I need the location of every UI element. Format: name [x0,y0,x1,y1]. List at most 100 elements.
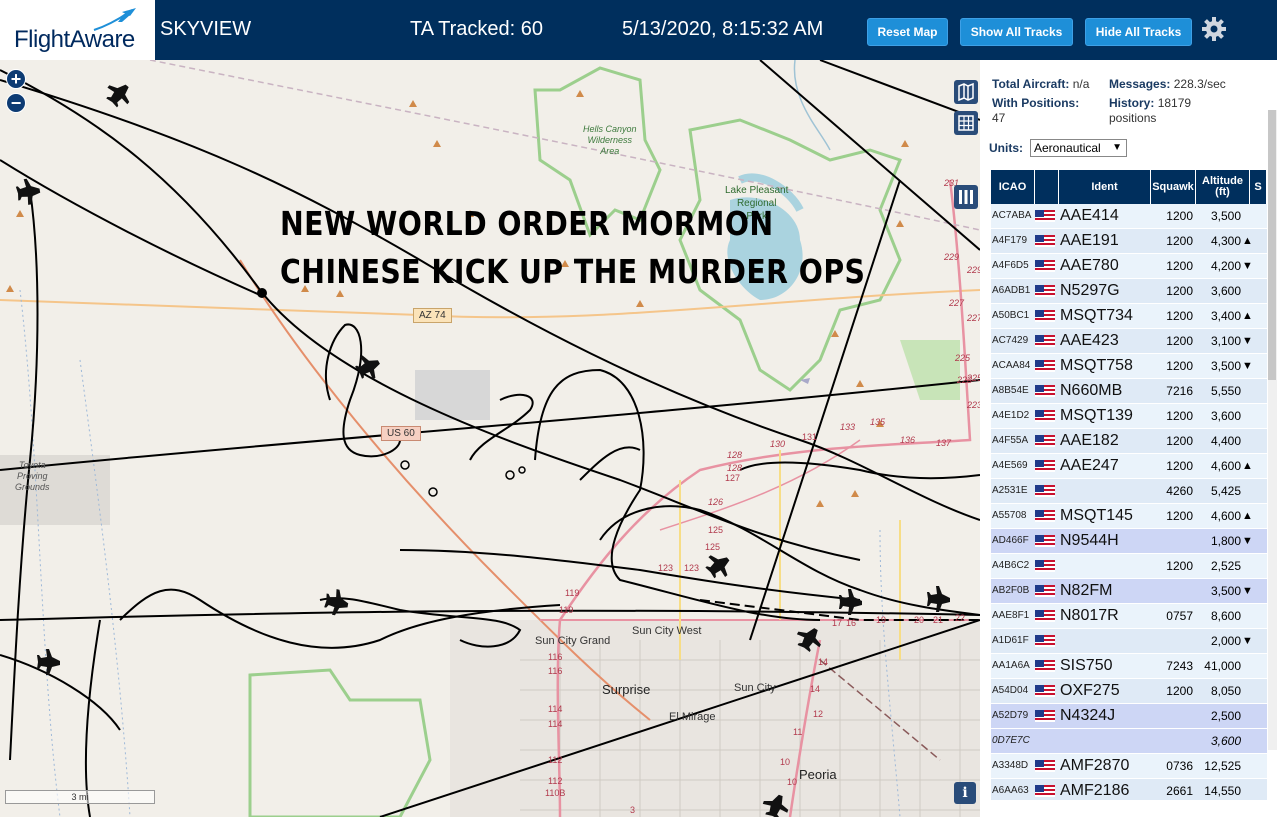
table-row[interactable]: A2531E 4260 5,425 [991,479,1267,504]
chevron-down-icon: ▼ [1112,142,1122,153]
squawk-cell [1153,704,1193,728]
units-select[interactable]: Aeronautical ▼ [1030,139,1127,157]
table-row[interactable]: AB2F0B N82FM 3,500 ▼ [991,579,1267,604]
info-icon[interactable]: i [954,782,976,804]
with-positions-value: 47 [992,111,1006,125]
squawk-cell: 1200 [1166,559,1193,573]
us-flag-icon [1035,260,1055,272]
squawk-cell: 1200 [1166,309,1193,323]
altitude-trend-icon: ▲ [1242,460,1253,472]
map-view[interactable]: Hells Canyon Wilderness Area Lake Pleasa… [0,60,980,817]
table-row[interactable]: 0D7E7C 3,600 [991,729,1267,754]
hide-all-tracks-button[interactable]: Hide All Tracks [1085,18,1192,46]
route-marker: 229 [944,252,960,262]
show-all-tracks-button[interactable]: Show All Tracks [960,18,1073,46]
ident-cell [1060,729,1150,753]
us-flag-icon [1035,785,1055,797]
columns-icon[interactable] [954,185,978,209]
altitude-cell: 3,500 [1210,584,1241,598]
squawk-cell [1153,529,1193,553]
altitude-trend-icon: ▲ [1242,235,1253,247]
route-marker: 131 [802,432,818,442]
icao-cell: A55708 [992,510,1027,521]
table-row[interactable]: A8B54E N660MB 7216 5,550 [991,379,1267,404]
table-row[interactable]: A6ADB1 N5297G 1200 3,600 [991,279,1267,304]
table-row[interactable]: AC7ABA AAE414 1200 3,500 [991,204,1267,229]
col-flag[interactable] [1035,170,1059,204]
table-row[interactable]: ACAA84 MSQT758 1200 3,500 ▼ [991,354,1267,379]
route-marker: 22 [955,613,966,623]
gear-icon[interactable] [1201,16,1227,42]
icao-cell: AAE8F1 [992,610,1030,621]
flag-cell [1035,479,1057,503]
table-row[interactable]: A4B6C2 1200 2,525 [991,554,1267,579]
col-speed[interactable]: S [1250,170,1267,204]
altitude-trend-icon [1242,429,1254,453]
aircraft-panel: Total Aircraft: n/a Messages: 228.3/sec … [980,60,1277,817]
table-row[interactable]: A4F179 AAE191 1200 4,300 ▲ [991,229,1267,254]
us-flag-icon [1035,285,1055,297]
table-row[interactable]: A4F55A AAE182 1200 4,400 [991,429,1267,454]
flag-cell [1035,654,1057,678]
zoom-out-button[interactable]: − [6,93,26,113]
icao-cell: AB2F0B [992,585,1030,596]
us-flag-icon [1035,410,1055,422]
flag-cell [1035,529,1057,553]
reset-map-button[interactable]: Reset Map [867,18,948,46]
flag-cell [1035,579,1057,603]
table-row[interactable]: A4E1D2 MSQT139 1200 3,600 [991,404,1267,429]
route-marker: 112 [548,755,563,765]
route-marker: 114 [548,704,563,714]
flag-cell [1035,604,1057,628]
route-marker: 10 [780,757,791,767]
icao-cell: A1D61F [992,635,1029,646]
altitude-trend-icon: ▼ [1242,635,1253,647]
altitude-trend-icon: ▲ [1242,510,1253,522]
altitude-trend-icon: ▼ [1242,535,1253,547]
squawk-cell: 0736 [1166,759,1193,773]
table-row[interactable]: A55708 MSQT145 1200 4,600 ▲ [991,504,1267,529]
icao-cell: A4F55A [992,435,1029,446]
icao-cell: ACAA84 [992,360,1031,371]
altitude-cell: 8,600 [1210,609,1241,623]
icao-cell: AA1A6A [992,660,1030,671]
altitude-cell: 4,600 [1210,509,1241,523]
icao-cell: A2531E [992,485,1028,496]
us-flag-icon [1035,335,1055,347]
table-row[interactable]: A4F6D5 AAE780 1200 4,200 ▼ [991,254,1267,279]
table-row[interactable]: AAE8F1 N8017R 0757 8,600 [991,604,1267,629]
table-row[interactable]: A52D79 N4324J 2,500 [991,704,1267,729]
table-row[interactable]: A50BC1 MSQT734 1200 3,400 ▲ [991,304,1267,329]
overlay-line-1: NEW WORLD ORDER MORMON [280,204,774,243]
table-row[interactable]: AC7429 AAE423 1200 3,100 ▼ [991,329,1267,354]
zoom-in-button[interactable]: + [6,69,26,89]
squawk-cell: 1200 [1166,259,1193,273]
flag-cell [1035,354,1057,378]
col-altitude[interactable]: Altitude (ft) [1196,170,1250,204]
table-row[interactable]: A1D61F 2,000 ▼ [991,629,1267,654]
table-row[interactable]: A3348D AMF2870 0736 12,525 [991,754,1267,779]
table-row[interactable]: A54D04 OXF275 1200 8,050 [991,679,1267,704]
squawk-cell: 1200 [1166,434,1193,448]
flightaware-logo[interactable]: FlightAware [0,0,155,60]
route-marker: 223 [967,400,980,410]
scrollbar-thumb[interactable] [1268,110,1276,380]
col-squawk[interactable]: Squawk [1151,170,1196,204]
table-row[interactable]: A4E569 AAE247 1200 4,600 ▲ [991,454,1267,479]
col-ident[interactable]: Ident [1059,170,1151,204]
table-row[interactable]: AD466F N9544H 1,800 ▼ [991,529,1267,554]
table-row[interactable]: AA1A6A SIS750 7243 41,000 [991,654,1267,679]
col-icao[interactable]: ICAO [991,170,1035,204]
map-base [0,60,980,817]
altitude-cell: 4,300 [1210,234,1241,248]
map-layer-icon[interactable] [954,80,978,104]
us-flag-icon [1035,485,1055,497]
grid-icon[interactable] [954,111,978,135]
altitude-cell: 2,000 [1210,634,1241,648]
altitude-cell: 1,800 [1210,534,1241,548]
route-marker: 125 [708,525,724,535]
squawk-cell: 4260 [1166,484,1193,498]
altitude-cell: 3,600 [1210,284,1241,298]
altitude-trend-icon: ▼ [1242,260,1253,272]
icao-cell: A52D79 [992,710,1029,721]
